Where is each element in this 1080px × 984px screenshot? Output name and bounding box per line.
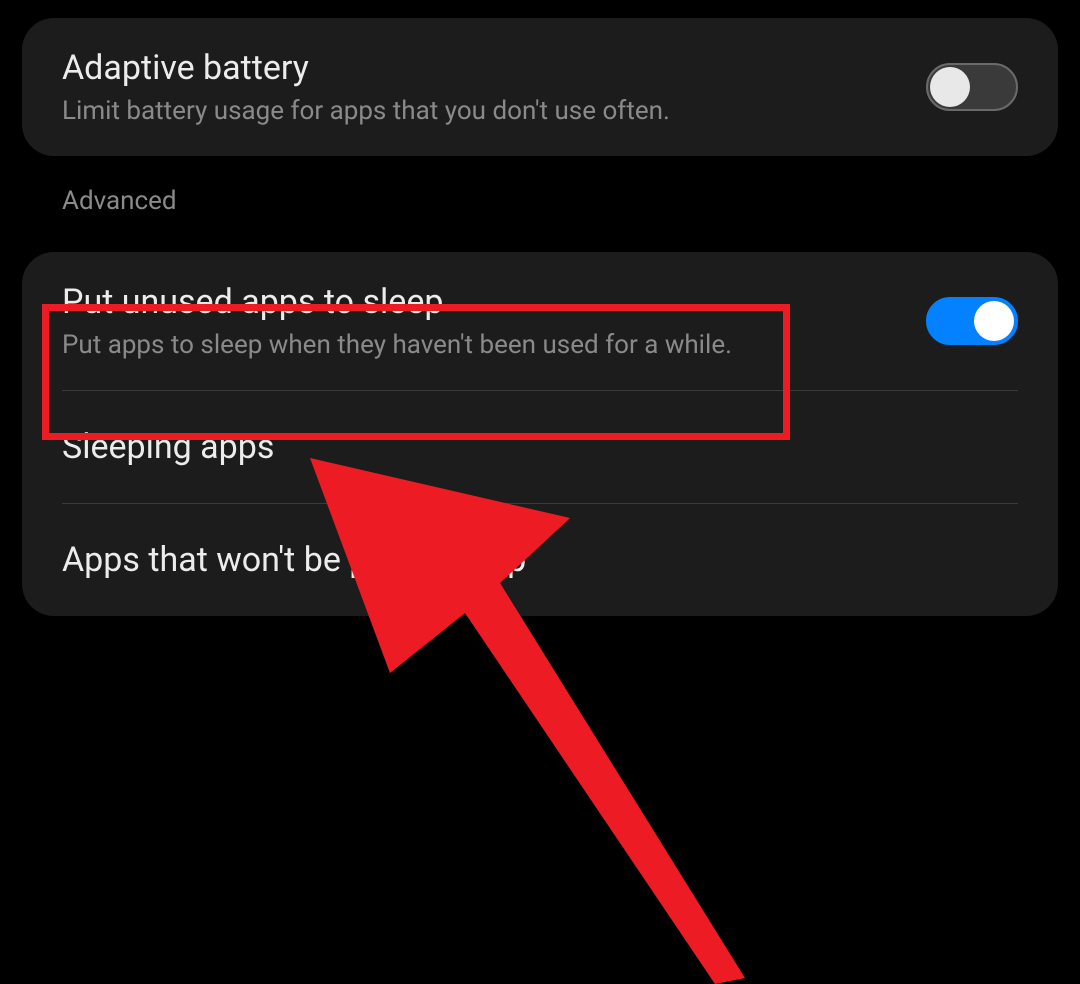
settings-card-advanced: Put unused apps to sleep Put apps to sle… <box>22 252 1058 616</box>
put-unused-sleep-text: Put unused apps to sleep Put apps to sle… <box>62 282 926 360</box>
adaptive-battery-title: Adaptive battery <box>62 48 926 88</box>
put-unused-sleep-row[interactable]: Put unused apps to sleep Put apps to sle… <box>22 252 1058 390</box>
sleeping-apps-row[interactable]: Sleeping apps <box>22 391 1058 503</box>
settings-card-adaptive: Adaptive battery Limit battery usage for… <box>22 18 1058 156</box>
put-unused-sleep-toggle[interactable] <box>926 297 1018 345</box>
apps-no-sleep-row[interactable]: Apps that won't be put to sleep <box>22 504 1058 616</box>
toggle-knob <box>930 67 970 107</box>
apps-no-sleep-title: Apps that won't be put to sleep <box>62 540 1018 580</box>
adaptive-battery-text: Adaptive battery Limit battery usage for… <box>62 48 926 126</box>
adaptive-battery-row[interactable]: Adaptive battery Limit battery usage for… <box>22 18 1058 156</box>
adaptive-battery-desc: Limit battery usage for apps that you do… <box>62 96 926 126</box>
adaptive-battery-toggle[interactable] <box>926 63 1018 111</box>
advanced-section-header: Advanced <box>0 156 1080 234</box>
put-unused-sleep-title: Put unused apps to sleep <box>62 282 926 322</box>
put-unused-sleep-desc: Put apps to sleep when they haven't been… <box>62 330 926 360</box>
sleeping-apps-text: Sleeping apps <box>62 427 1018 467</box>
apps-no-sleep-text: Apps that won't be put to sleep <box>62 540 1018 580</box>
toggle-knob <box>974 301 1014 341</box>
sleeping-apps-title: Sleeping apps <box>62 427 1018 467</box>
